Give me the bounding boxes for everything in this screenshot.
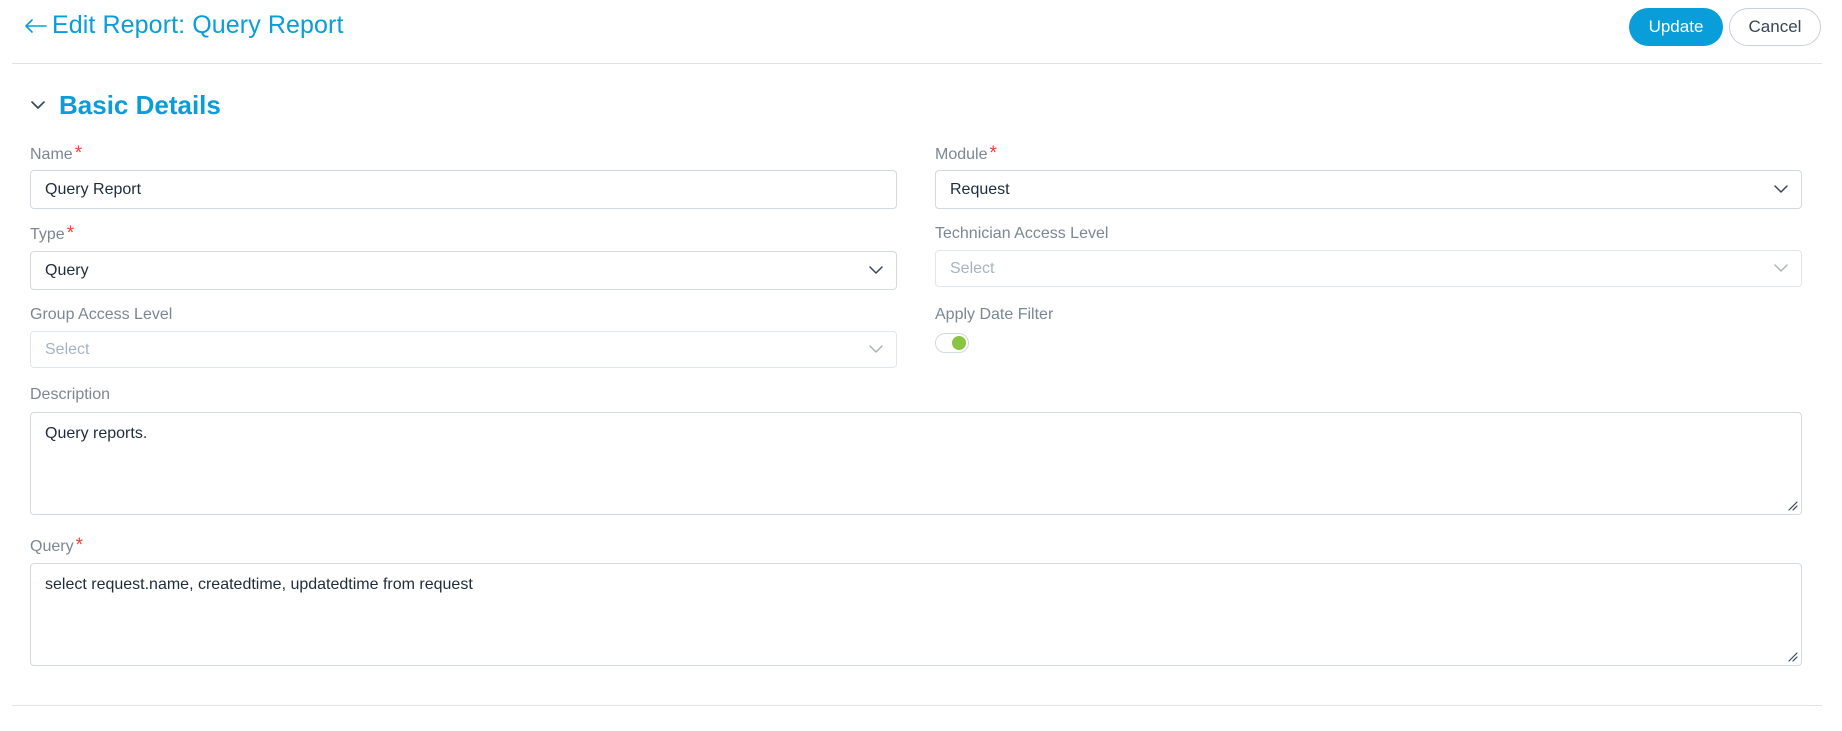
module-label: Module * [935, 143, 997, 164]
type-select[interactable]: Query [30, 251, 897, 290]
section-title: Basic Details [59, 90, 221, 120]
edit-report-page: Edit Report: Query Report Update Cancel … [0, 0, 1842, 731]
apply-date-filter-label: Apply Date Filter [935, 306, 1054, 323]
chevron-down-icon [1773, 261, 1789, 277]
resize-handle-icon[interactable] [1786, 650, 1798, 662]
chevron-down-icon [868, 263, 884, 279]
toggle-knob [952, 336, 966, 350]
technician-access-select[interactable]: Select [935, 250, 1802, 287]
page-title: Edit Report: Query Report [52, 11, 344, 39]
description-label: Description [30, 386, 111, 403]
required-marker: * [66, 223, 75, 244]
module-selected-value: Request [950, 180, 1010, 198]
description-text: Query reports. [45, 425, 148, 442]
required-marker: * [74, 143, 83, 164]
name-input[interactable] [31, 171, 896, 208]
cancel-button[interactable]: Cancel [1729, 8, 1821, 46]
page-header: Edit Report: Query Report Update Cancel [12, 0, 1822, 64]
name-field[interactable] [30, 170, 897, 209]
required-marker: * [75, 535, 83, 556]
required-marker: * [989, 143, 997, 164]
apply-date-filter-toggle[interactable] [935, 333, 969, 353]
type-label: Type * [30, 223, 75, 244]
footer-divider [12, 705, 1822, 706]
group-access-select[interactable]: Select [30, 331, 897, 368]
group-access-label: Group Access Level [30, 306, 173, 323]
update-button[interactable]: Update [1629, 8, 1723, 46]
technician-access-label: Technician Access Level [935, 225, 1109, 242]
query-label: Query * [30, 535, 83, 556]
technician-access-placeholder: Select [950, 259, 995, 277]
query-text: select request.name, createdtime, update… [45, 576, 473, 593]
description-textarea[interactable]: Query reports. [30, 412, 1802, 515]
query-textarea[interactable]: select request.name, createdtime, update… [30, 563, 1802, 666]
section-collapse-toggle[interactable] [28, 95, 48, 115]
module-select[interactable]: Request [935, 170, 1802, 209]
name-label: Name * [30, 143, 83, 164]
resize-handle-icon[interactable] [1786, 499, 1798, 511]
chevron-down-icon [31, 100, 45, 109]
type-selected-value: Query [45, 261, 89, 279]
group-access-placeholder: Select [45, 340, 90, 358]
chevron-down-icon [1773, 182, 1789, 198]
back-button[interactable] [20, 10, 52, 42]
arrow-left-icon [25, 19, 47, 33]
chevron-down-icon [868, 342, 884, 358]
